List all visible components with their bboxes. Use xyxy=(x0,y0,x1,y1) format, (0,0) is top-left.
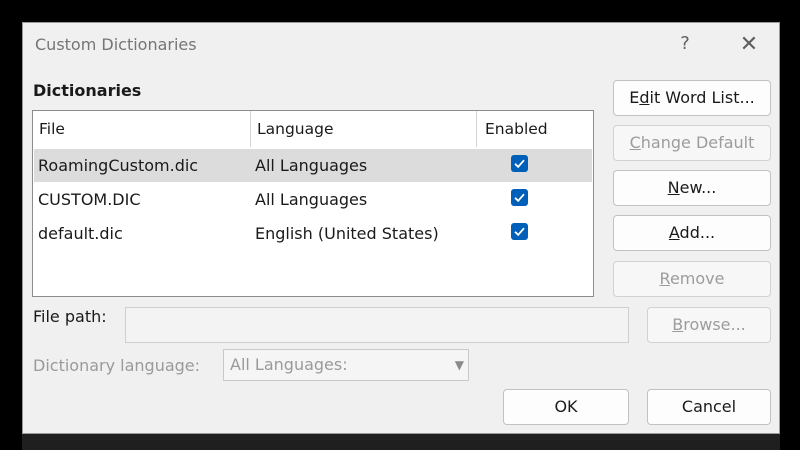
cancel-button[interactable]: Cancel xyxy=(647,389,771,425)
browse-button[interactable]: Browse... xyxy=(647,307,771,343)
browse-label: Browse... xyxy=(648,308,770,342)
remove-label-post: emove xyxy=(669,269,725,288)
new-label-post: ew... xyxy=(679,178,717,197)
dictionary-list[interactable]: File Language Enabled RoamingCustom.dic … xyxy=(32,110,594,297)
row-language: All Languages xyxy=(255,156,368,175)
checkmark-icon xyxy=(514,159,525,169)
remove-label: Remove xyxy=(614,262,770,296)
file-path-label: File path: xyxy=(33,307,107,326)
new-button[interactable]: New... xyxy=(613,170,771,206)
new-accesskey: N xyxy=(667,178,680,197)
table-row[interactable]: RoamingCustom.dic All Languages xyxy=(34,149,592,182)
dictionary-language-value: All Languages: xyxy=(230,355,348,374)
browse-label-post: rowse... xyxy=(683,315,746,334)
row-language: English (United States) xyxy=(255,224,439,243)
row-file: CUSTOM.DIC xyxy=(38,190,141,209)
row-file: default.dic xyxy=(38,224,123,243)
add-label-post: dd... xyxy=(679,223,716,242)
dictionary-language-select[interactable]: All Languages: ▼ xyxy=(223,349,469,381)
change-default-label: Change Default xyxy=(614,126,770,160)
title-bar: Custom Dictionaries ? ✕ xyxy=(23,23,779,67)
dialog-title: Custom Dictionaries xyxy=(35,35,197,54)
column-header-language[interactable]: Language xyxy=(251,111,477,147)
new-label: New... xyxy=(614,171,770,205)
edit-word-list-label: Edit Word List... xyxy=(614,81,770,115)
edit-word-list-label-pre: E xyxy=(629,88,640,107)
remove-button[interactable]: Remove xyxy=(613,261,771,297)
enabled-checkbox[interactable] xyxy=(511,189,528,206)
chevron-down-icon: ▼ xyxy=(454,358,464,372)
checkmark-icon xyxy=(514,227,525,237)
column-header-enabled[interactable]: Enabled xyxy=(477,111,593,147)
remove-accesskey: R xyxy=(659,269,670,288)
row-file: RoamingCustom.dic xyxy=(38,156,199,175)
browse-accesskey: B xyxy=(672,315,684,334)
add-label: Add... xyxy=(614,216,770,250)
table-row[interactable]: default.dic English (United States) xyxy=(34,217,592,250)
change-default-button[interactable]: Change Default xyxy=(613,125,771,161)
help-icon[interactable]: ? xyxy=(675,33,695,55)
enabled-checkbox[interactable] xyxy=(511,155,528,172)
enabled-checkbox[interactable] xyxy=(511,223,528,240)
ok-button[interactable]: OK xyxy=(503,389,629,425)
change-default-label-post: hange Default xyxy=(640,133,755,152)
checkmark-icon xyxy=(514,193,525,203)
custom-dictionaries-dialog: Custom Dictionaries ? ✕ Dictionaries Fil… xyxy=(22,22,780,434)
taskbar-edge xyxy=(22,434,780,450)
edit-word-list-accesskey: d xyxy=(639,88,650,107)
change-default-accesskey: C xyxy=(629,133,641,152)
dictionary-language-label: Dictionary language: xyxy=(33,356,201,375)
edit-word-list-label-post: it Word List... xyxy=(649,88,755,107)
column-header-file[interactable]: File xyxy=(33,111,251,147)
add-button[interactable]: Add... xyxy=(613,215,771,251)
add-accesskey: A xyxy=(668,223,680,242)
row-language: All Languages xyxy=(255,190,368,209)
dictionaries-label: Dictionaries xyxy=(33,81,142,100)
close-icon[interactable]: ✕ xyxy=(737,33,761,57)
edit-word-list-button[interactable]: Edit Word List... xyxy=(613,80,771,116)
table-row[interactable]: CUSTOM.DIC All Languages xyxy=(34,183,592,216)
file-path-field[interactable] xyxy=(125,307,629,343)
